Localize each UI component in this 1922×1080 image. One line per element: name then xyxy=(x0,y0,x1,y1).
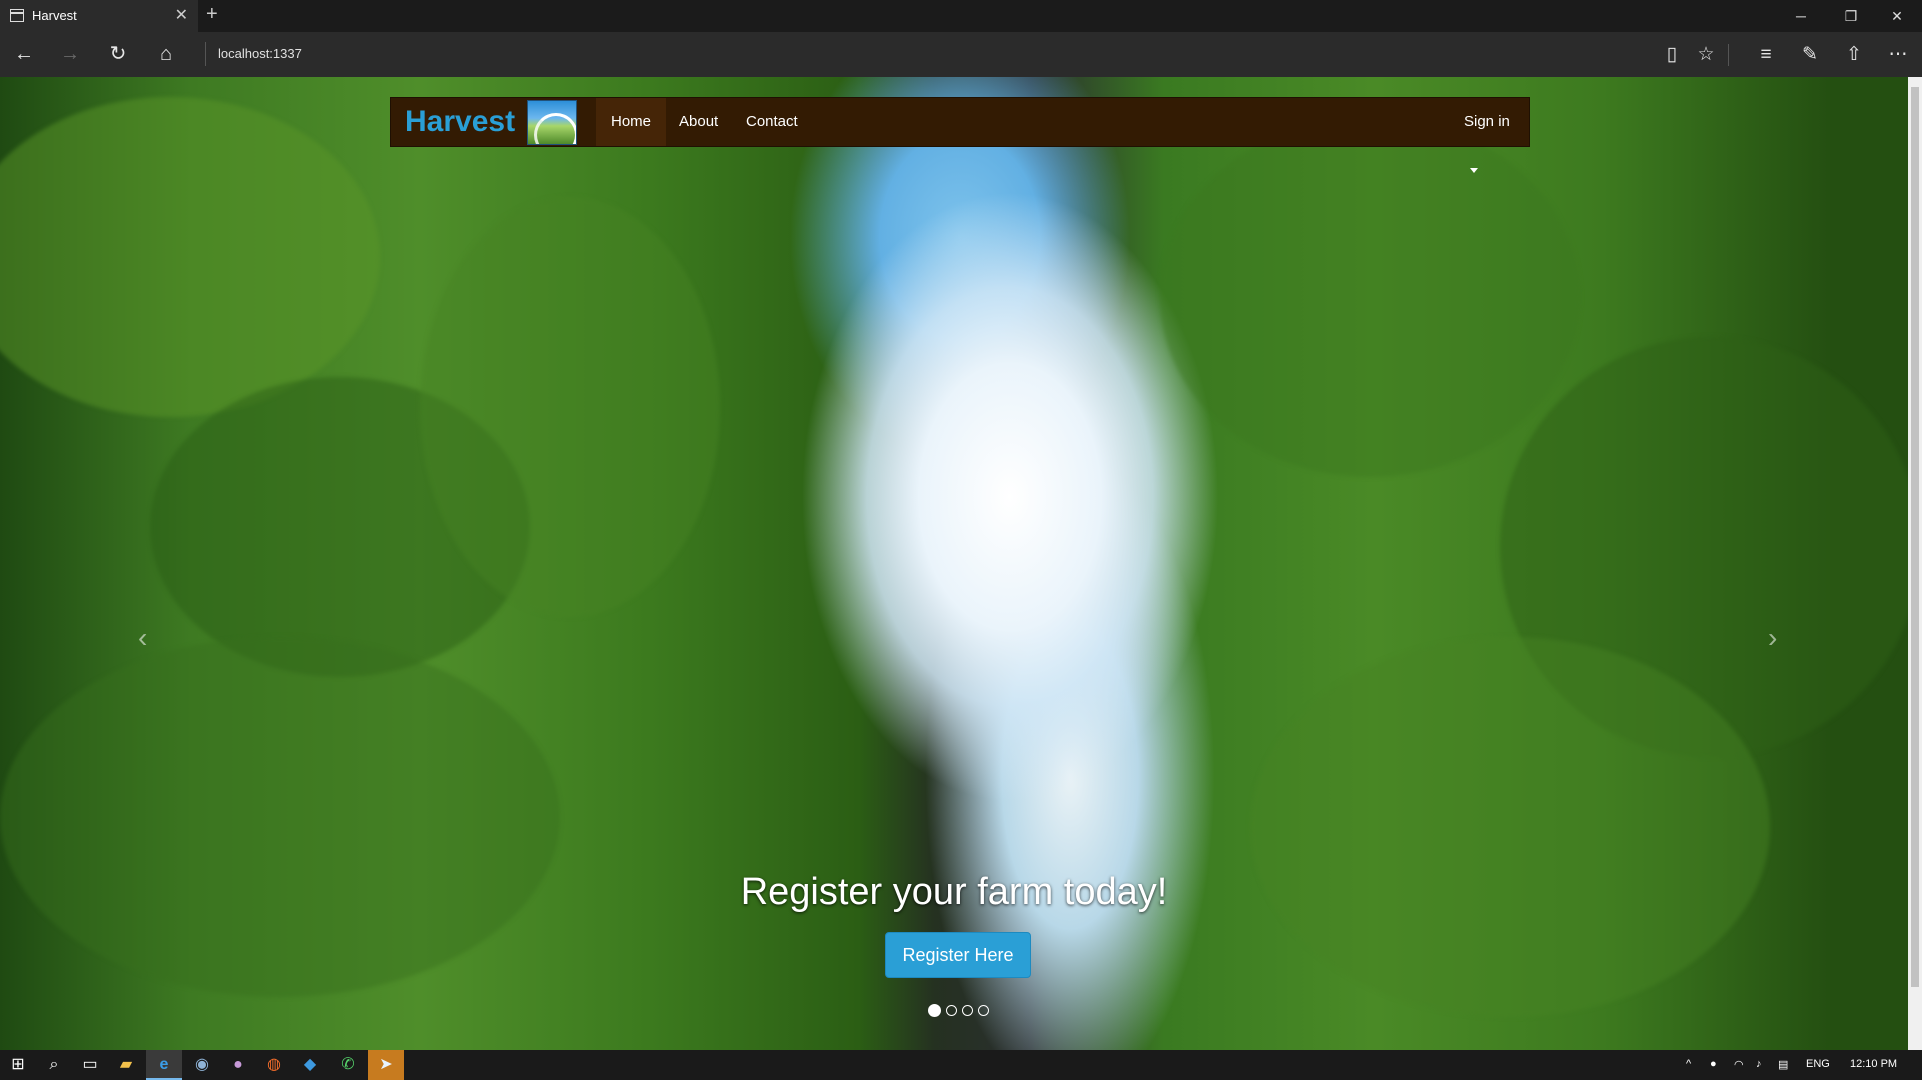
origin-icon: ◍ xyxy=(267,1056,281,1073)
page-scrollbar[interactable] xyxy=(1908,77,1922,1050)
hub-icon: ≡ xyxy=(1760,44,1772,65)
visual-studio-icon: ◆ xyxy=(303,1056,317,1073)
hub-button[interactable]: ≡ xyxy=(1744,32,1788,77)
address-bar: ← → ↻ ⌂ localhost:1337 ▯ ☆ ≡ ✎ ⇧ ⋯ xyxy=(0,32,1922,77)
divider xyxy=(1728,44,1729,66)
hero-background-image xyxy=(420,197,720,617)
carousel-prev-button[interactable]: ‹ xyxy=(138,622,147,654)
carousel-indicator-1[interactable] xyxy=(928,1004,941,1018)
caret-down-icon xyxy=(1470,167,1478,173)
forward-arrow-icon: → xyxy=(60,43,80,65)
hero-background-image xyxy=(1250,637,1770,1017)
signin-dropdown[interactable]: Sign in xyxy=(1449,98,1529,173)
carousel-indicator-4[interactable] xyxy=(978,1005,989,1017)
taskbar: ⊞ ⌕ ▭ ▰ e ◉ ● ◍ ◆ ✆ ➤ ^ ● ◠ ♪ ▤ ENG 12:1… xyxy=(0,1050,1922,1080)
back-button[interactable]: ← xyxy=(0,32,48,77)
close-tab-icon[interactable]: ✕ xyxy=(175,5,188,25)
task-view-icon: ▭ xyxy=(82,1056,98,1073)
favorite-button[interactable]: ☆ xyxy=(1684,32,1728,77)
taskbar-app[interactable]: ● xyxy=(220,1050,256,1080)
search-button[interactable]: ⌕ xyxy=(36,1050,72,1080)
web-note-button[interactable]: ✎ xyxy=(1788,32,1832,77)
forward-button[interactable]: → xyxy=(46,32,94,77)
browser-tab[interactable]: Harvest ✕ xyxy=(0,0,198,32)
refresh-icon: ↻ xyxy=(109,43,127,65)
show-hidden-icons[interactable]: ^ xyxy=(1686,1058,1691,1070)
hero-background-image xyxy=(1160,117,1580,477)
restore-button[interactable]: ❐ xyxy=(1828,0,1874,32)
minimize-icon: ─ xyxy=(1796,8,1806,24)
taskbar-origin[interactable]: ◍ xyxy=(256,1050,292,1080)
folder-icon: ▰ xyxy=(119,1056,133,1073)
page-icon xyxy=(10,9,24,22)
tray-app-icon[interactable]: ● xyxy=(1710,1058,1717,1070)
brand-logo[interactable] xyxy=(527,100,577,145)
url-field[interactable]: localhost:1337 xyxy=(218,46,302,61)
restore-icon: ❐ xyxy=(1844,8,1858,24)
share-icon: ⇧ xyxy=(1846,44,1862,65)
steam-icon: ◉ xyxy=(195,1056,209,1073)
search-icon: ⌕ xyxy=(49,1056,59,1073)
home-icon: ⌂ xyxy=(159,43,173,65)
start-button[interactable]: ⊞ xyxy=(0,1050,36,1080)
app-icon: ● xyxy=(233,1056,243,1073)
home-button[interactable]: ⌂ xyxy=(142,32,190,77)
clock[interactable]: 12:10 PM xyxy=(1850,1058,1897,1070)
back-arrow-icon: ← xyxy=(14,43,34,65)
close-icon: ✕ xyxy=(1891,8,1903,24)
more-button[interactable]: ⋯ xyxy=(1876,32,1920,77)
share-button[interactable]: ⇧ xyxy=(1832,32,1876,77)
nav-about[interactable]: About xyxy=(664,98,733,146)
language-indicator[interactable]: ENG xyxy=(1806,1058,1830,1070)
windows-icon: ⊞ xyxy=(11,1056,25,1073)
scrollbar-thumb[interactable] xyxy=(1911,87,1919,987)
favorite-star-icon: ☆ xyxy=(1697,44,1715,65)
page-viewport: ‹ › Harvest Home About Contact Sign in R… xyxy=(0,77,1908,1050)
hero-background-image xyxy=(0,637,560,997)
taskbar-telegram[interactable]: ➤ xyxy=(368,1050,404,1080)
browser-titlebar: Harvest ✕ + ─ ❐ ✕ xyxy=(0,0,1922,32)
divider xyxy=(205,42,206,66)
wifi-icon[interactable]: ◠ xyxy=(1734,1058,1744,1071)
minimize-button[interactable]: ─ xyxy=(1778,0,1824,32)
more-icon: ⋯ xyxy=(1888,44,1908,65)
tab-title: Harvest xyxy=(32,8,77,23)
carousel-indicators xyxy=(928,1002,994,1018)
hero-background-image xyxy=(0,97,380,417)
whatsapp-icon: ✆ xyxy=(341,1056,355,1073)
reading-view-icon: ▯ xyxy=(1666,44,1678,65)
notification-icon[interactable]: ▤ xyxy=(1778,1058,1788,1071)
volume-icon[interactable]: ♪ xyxy=(1756,1058,1762,1070)
telegram-icon: ➤ xyxy=(379,1056,393,1073)
nav-home[interactable]: Home xyxy=(596,98,667,146)
new-tab-button[interactable]: + xyxy=(206,3,218,26)
taskbar-steam[interactable]: ◉ xyxy=(184,1050,220,1080)
taskbar-file-explorer[interactable]: ▰ xyxy=(108,1050,144,1080)
carousel-caption: Register your farm today! xyxy=(740,871,1168,913)
taskbar-visual-studio[interactable]: ◆ xyxy=(292,1050,328,1080)
taskbar-whatsapp[interactable]: ✆ xyxy=(330,1050,366,1080)
refresh-button[interactable]: ↻ xyxy=(94,32,142,77)
register-button[interactable]: Register Here xyxy=(885,932,1031,978)
carousel-next-button[interactable]: › xyxy=(1768,622,1777,654)
signin-label: Sign in xyxy=(1464,113,1510,130)
brand-name[interactable]: Harvest xyxy=(405,105,515,139)
carousel-indicator-3[interactable] xyxy=(962,1005,973,1017)
carousel-indicator-2[interactable] xyxy=(946,1005,957,1017)
web-note-icon: ✎ xyxy=(1802,44,1818,65)
nav-contact[interactable]: Contact xyxy=(731,98,813,146)
edge-icon: e xyxy=(159,1056,169,1073)
taskbar-edge[interactable]: e xyxy=(146,1050,182,1080)
site-navbar: Harvest Home About Contact Sign in xyxy=(390,97,1530,173)
close-window-button[interactable]: ✕ xyxy=(1874,0,1920,32)
task-view-button[interactable]: ▭ xyxy=(72,1050,108,1080)
